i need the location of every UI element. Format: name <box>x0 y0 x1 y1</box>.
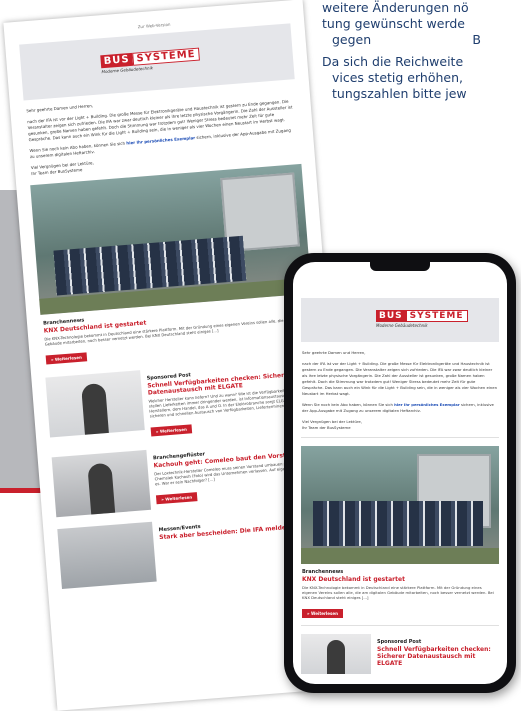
article-category: Branchennews <box>302 569 344 575</box>
bussysteme-logo: BUS SYSTEME Moderne Gebäudetechnik <box>100 47 201 74</box>
read-more-button[interactable]: » Weiterlesen <box>45 352 88 365</box>
signoff-line: Viel Vergnügen bei der Lektüre, <box>302 419 362 424</box>
offer-link[interactable]: hier Ihr persönliches Exemplar <box>394 402 460 407</box>
intro-text: nach der IFA ist vor der Light + Buildin… <box>302 361 497 396</box>
divider <box>301 625 499 626</box>
article-text-fragment: weitere Änderungen nö tung gewünscht wer… <box>322 0 521 102</box>
divider <box>301 437 499 438</box>
read-more-button[interactable]: » Weiterlesen <box>155 492 198 505</box>
text-word: B <box>472 32 481 47</box>
article-title[interactable]: KNX Deutschland ist gestartet <box>302 576 498 583</box>
text-line: weitere Änderungen nö <box>322 0 469 15</box>
people-group <box>313 501 483 546</box>
newsletter-header: BUS SYSTEME Moderne Gebäudetechnik <box>301 298 499 342</box>
person-figure <box>87 462 116 515</box>
logo-bus: BUS <box>376 310 406 322</box>
signoff: Viel Vergnügen bei der Lektüre, Ihr Team… <box>302 419 498 431</box>
newsletter-intro: Sehr geehrte Damen und Herren, nach der … <box>293 342 507 431</box>
text-line: tungszahlen bitte jew <box>332 86 467 101</box>
group-photo <box>30 163 312 315</box>
article-thumbnail <box>57 521 157 589</box>
article-thumbnail <box>45 370 145 438</box>
text-line: tung gewünscht werde <box>322 16 465 31</box>
article-block: Sponsored Post Schnell Verfügbarkeiten c… <box>301 634 499 674</box>
article-block: Sponsored Post Schnell Verfügbarkeiten c… <box>45 356 321 445</box>
lawn <box>301 548 499 564</box>
logo-subtitle: Moderne Gebäudetechnik <box>376 323 428 328</box>
phone-screen: BUS SYSTEME Moderne Gebäudetechnik Sehr … <box>293 262 507 684</box>
offer-pre: Wenn Sie noch kein Abo haben, können Sie… <box>302 402 393 407</box>
article-title[interactable]: Schnell Verfügbarkeiten checken: Sichere… <box>377 646 499 667</box>
read-more-button[interactable]: » Weiterlesen <box>302 609 343 618</box>
smartphone-mockup: BUS SYSTEME Moderne Gebäudetechnik Sehr … <box>284 253 516 693</box>
group-photo <box>301 446 499 564</box>
person-figure <box>81 382 109 435</box>
text-line: Da sich die Reichweite <box>322 54 464 69</box>
offer-link[interactable]: hier Ihr persönliches Exemplar <box>126 135 195 145</box>
logo-systeme: SYSTEME <box>405 310 468 322</box>
team-line: Ihr Team der BusSysteme <box>302 425 351 430</box>
article-thumbnail <box>51 449 152 518</box>
text-line: gegen B <box>322 32 521 48</box>
logo-systeme: SYSTEME <box>132 47 201 66</box>
greeting: Sehr geehrte Damen und Herren, <box>302 350 366 355</box>
logo-bus: BUS <box>100 52 134 69</box>
article-category: Sponsored Post <box>377 639 422 645</box>
read-more-button[interactable]: » Weiterlesen <box>150 424 193 437</box>
text-word: gegen <box>332 32 372 47</box>
text-line: vices stetig erhöhen, <box>332 70 463 85</box>
offer-text: Wenn Sie noch kein Abo haben, können Sie… <box>302 402 498 414</box>
article-teaser: Die KNX-Technologie bekommt in Deutschla… <box>302 585 494 600</box>
article-thumbnail <box>301 634 371 674</box>
bussysteme-logo: BUS SYSTEME Moderne Gebäudetechnik <box>376 310 468 328</box>
person-figure <box>327 640 345 674</box>
phone-notch <box>370 261 430 271</box>
